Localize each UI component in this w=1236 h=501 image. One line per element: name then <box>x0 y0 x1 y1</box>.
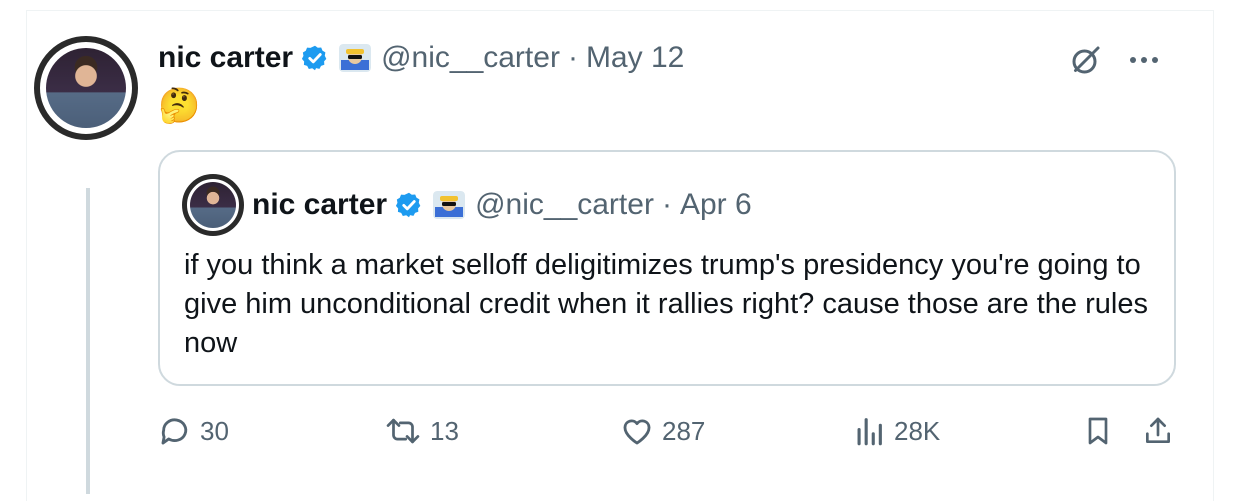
affiliate-badge-icon <box>339 44 372 72</box>
like-button[interactable]: 287 <box>620 414 705 448</box>
quoted-affiliate-badge-icon <box>433 191 466 219</box>
bookmark-icon <box>1088 417 1108 445</box>
more-options-icon[interactable] <box>1128 55 1160 65</box>
tweet-top-actions <box>1068 42 1160 78</box>
repost-button[interactable]: 13 <box>384 414 459 448</box>
tweet-text: 🤔 <box>158 87 201 125</box>
repost-icon <box>386 418 420 444</box>
author-avatar[interactable] <box>34 36 138 140</box>
bookmark-button[interactable] <box>1082 414 1114 448</box>
quoted-author-handle[interactable]: @nic__carter <box>475 188 654 222</box>
verified-badge-icon <box>302 45 327 71</box>
tweet-actions-bar: 30 13 287 28K <box>158 414 1178 454</box>
quoted-tweet-text: if you think a market selloff deligitimi… <box>184 249 1148 359</box>
grok-icon[interactable] <box>1068 42 1104 78</box>
separator: · <box>567 41 578 74</box>
author-handle[interactable]: @nic__carter <box>381 41 560 75</box>
views-icon <box>857 418 882 446</box>
tweet-header: nic carter @nic__carter · May 12 <box>158 38 684 78</box>
quoted-separator: · <box>661 188 672 221</box>
like-count: 287 <box>662 415 706 446</box>
quoted-tweet-date[interactable]: Apr 6 <box>680 188 752 222</box>
reply-icon <box>161 418 188 445</box>
views-count: 28K <box>894 415 941 446</box>
avatar-image <box>46 48 126 128</box>
quoted-tweet[interactable]: nic carter @nic__carter · Apr 6 if you t… <box>158 150 1176 386</box>
reply-button[interactable]: 30 <box>158 414 229 448</box>
share-icon <box>1146 417 1170 443</box>
tweet-date[interactable]: May 12 <box>586 41 684 75</box>
quoted-author-avatar[interactable] <box>182 174 244 236</box>
quoted-tweet-header: nic carter @nic__carter · Apr 6 <box>252 185 752 225</box>
thread-line <box>86 188 90 494</box>
share-button[interactable] <box>1142 414 1174 448</box>
quoted-author-name[interactable]: nic carter <box>252 188 387 222</box>
quoted-avatar-image <box>190 182 236 228</box>
quoted-verified-badge-icon <box>396 192 421 218</box>
heart-icon <box>623 419 651 445</box>
repost-count: 13 <box>430 415 459 446</box>
author-name[interactable]: nic carter <box>158 41 293 75</box>
reply-count: 30 <box>200 415 229 446</box>
views-button[interactable]: 28K <box>852 414 940 448</box>
